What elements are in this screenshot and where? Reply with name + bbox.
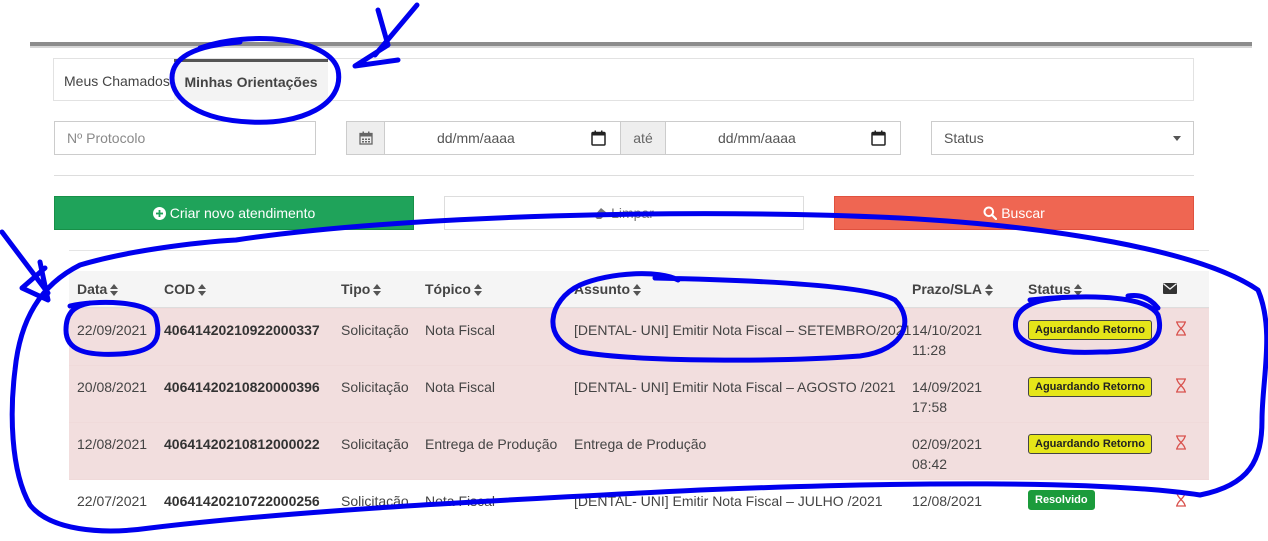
protocol-input[interactable]: Nº Protocolo <box>54 121 316 155</box>
cell-tipo: Solicitação <box>341 436 409 452</box>
date-from-input[interactable]: dd/mm/aaaa <box>384 121 621 155</box>
until-addon: até <box>620 121 666 155</box>
column-header-label: Prazo/SLA <box>912 281 983 297</box>
plus-circle-icon <box>152 207 166 220</box>
cell-data: 22/07/2021 <box>77 493 148 509</box>
clear-label: Limpar <box>611 205 654 221</box>
column-header-label: COD <box>164 281 196 297</box>
column-header-label: Assunto <box>574 281 630 297</box>
table-row[interactable]: 20/08/2021 40641420210820000396 Solicita… <box>69 365 1209 422</box>
top-bar-shadow <box>30 46 1252 48</box>
cell-tipo: Solicitação <box>341 379 409 395</box>
eraser-icon <box>594 208 608 219</box>
prazo-date: 14/09/2021 <box>912 379 983 395</box>
sort-icon <box>1073 284 1082 297</box>
prazo-time: 17:58 <box>912 399 948 415</box>
cell-assunto: [DENTAL- UNI] Emitir Nota Fiscal – JULHO… <box>574 493 883 509</box>
cell-cod: 40641420210812000022 <box>164 436 320 452</box>
column-header-label: Status <box>1028 281 1071 297</box>
cell-data: 22/09/2021 <box>77 322 148 338</box>
hourglass-icon <box>1176 435 1186 450</box>
envelope-icon <box>1163 283 1177 294</box>
sort-icon <box>110 284 119 297</box>
status-badge: Aguardando Retorno <box>1028 377 1152 397</box>
tab-meus-chamados[interactable]: Meus Chamados <box>64 59 170 101</box>
hourglass-icon <box>1176 378 1186 393</box>
cell-topico: Nota Fiscal <box>425 379 496 395</box>
status-select[interactable]: Status <box>931 121 1194 155</box>
status-badge: Aguardando Retorno <box>1028 434 1152 454</box>
tab-minhas-orientacoes[interactable]: Minhas Orientações <box>174 59 328 101</box>
column-header-status[interactable]: Status <box>1028 271 1082 308</box>
tickets-table: Data COD Tipo Tópico Assunto Prazo/SLA S… <box>69 271 1209 536</box>
column-header-label: Tópico <box>425 281 471 297</box>
prazo-date: 14/10/2021 <box>912 322 983 338</box>
table-row[interactable]: 12/08/2021 40641420210812000022 Solicita… <box>69 422 1209 479</box>
calendar-picker-icon[interactable] <box>591 130 606 146</box>
cell-topico: Nota Fiscal <box>425 493 496 509</box>
sort-icon <box>373 284 382 297</box>
table-row[interactable]: 22/09/2021 40641420210922000337 Solicita… <box>69 308 1209 365</box>
cell-prazo: 02/09/2021 08:42 <box>912 434 982 474</box>
cell-topico: Nota Fiscal <box>425 322 496 338</box>
cell-cod: 40641420210722000256 <box>164 493 320 509</box>
cell-assunto: Entrega de Produção <box>574 436 707 452</box>
cell-data: 20/08/2021 <box>77 379 148 395</box>
sort-icon <box>473 284 482 297</box>
annotation-arrow-left <box>0 229 51 303</box>
cell-cod: 40641420210922000337 <box>164 322 320 338</box>
tab-bar: Meus Chamados Minhas Orientações <box>53 58 1194 101</box>
column-header-cod[interactable]: COD <box>164 271 207 308</box>
annotation-arrow-top <box>352 2 420 69</box>
hourglass-icon <box>1176 492 1186 507</box>
cell-tipo: Solicitação <box>341 493 409 509</box>
cell-topico: Entrega de Produção <box>425 436 558 452</box>
clear-button[interactable]: Limpar <box>444 196 804 230</box>
status-badge: Resolvido <box>1028 490 1095 510</box>
column-header-topico[interactable]: Tópico <box>425 271 482 308</box>
calendar-icon <box>358 131 373 145</box>
cell-prazo: 12/08/2021 <box>912 491 982 511</box>
protocol-placeholder: Nº Protocolo <box>67 130 146 146</box>
chevron-down-icon <box>1173 136 1181 141</box>
date-to-value: dd/mm/aaaa <box>718 130 796 146</box>
cell-prazo: 14/10/2021 11:28 <box>912 320 982 360</box>
column-header-assunto[interactable]: Assunto <box>574 271 641 308</box>
search-icon <box>983 206 998 221</box>
date-from-value: dd/mm/aaaa <box>437 130 515 146</box>
table-row[interactable]: 22/07/2021 40641420210722000256 Solicita… <box>69 479 1209 536</box>
status-badge: Aguardando Retorno <box>1028 320 1152 340</box>
calendar-addon <box>346 121 385 155</box>
date-to-input[interactable]: dd/mm/aaaa <box>665 121 901 155</box>
cell-cod: 40641420210820000396 <box>164 379 320 395</box>
sort-icon <box>198 284 207 297</box>
column-header-tipo[interactable]: Tipo <box>341 271 382 308</box>
cell-assunto: [DENTAL- UNI] Emitir Nota Fiscal – SETEM… <box>574 322 912 338</box>
cell-prazo: 14/09/2021 17:58 <box>912 377 982 417</box>
calendar-picker-icon[interactable] <box>871 130 886 146</box>
sort-icon <box>633 284 641 297</box>
create-ticket-label: Criar novo atendimento <box>169 205 316 221</box>
sort-icon <box>985 284 994 297</box>
search-button[interactable]: Buscar <box>834 196 1194 230</box>
column-header-message <box>1163 283 1177 294</box>
status-select-value: Status <box>944 130 984 146</box>
cell-data: 12/08/2021 <box>77 436 148 452</box>
hourglass-icon <box>1176 321 1186 336</box>
prazo-time: 11:28 <box>912 342 946 358</box>
search-label: Buscar <box>1001 205 1045 221</box>
column-header-label: Tipo <box>341 281 371 297</box>
divider <box>69 250 1209 251</box>
create-ticket-button[interactable]: Criar novo atendimento <box>54 196 414 230</box>
column-header-data[interactable]: Data <box>77 271 119 308</box>
column-header-prazo[interactable]: Prazo/SLA <box>912 271 994 308</box>
prazo-date: 02/09/2021 <box>912 436 983 452</box>
table-header: Data COD Tipo Tópico Assunto Prazo/SLA S… <box>69 271 1209 308</box>
prazo-time: 08:42 <box>912 456 948 472</box>
cell-tipo: Solicitação <box>341 322 409 338</box>
column-header-label: Data <box>77 281 108 297</box>
divider <box>54 175 1194 176</box>
cell-assunto: [DENTAL- UNI] Emitir Nota Fiscal – AGOST… <box>574 379 896 395</box>
prazo-date: 12/08/2021 <box>912 493 983 509</box>
